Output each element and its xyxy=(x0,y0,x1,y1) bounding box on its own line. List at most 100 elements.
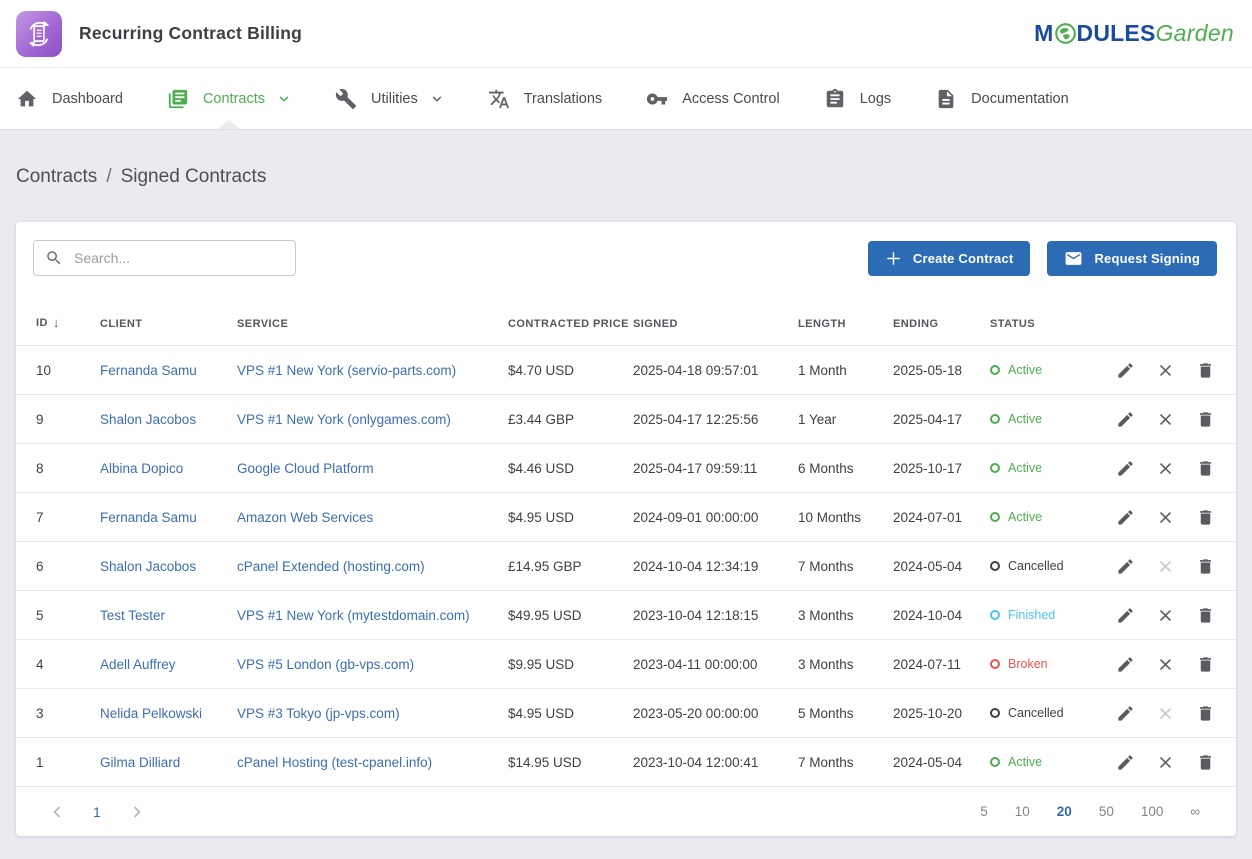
edit-contract-icon[interactable] xyxy=(1116,361,1135,380)
column-header-id[interactable]: ID ↓ xyxy=(36,315,100,330)
table-header: ID ↓ CLIENT SERVICE CONTRACTED PRICE SIG… xyxy=(16,276,1236,345)
client-link[interactable]: Adell Auffrey xyxy=(100,657,237,672)
request-signing-button[interactable]: Request Signing xyxy=(1047,241,1217,276)
search-input[interactable] xyxy=(74,250,284,266)
service-link[interactable]: cPanel Extended (hosting.com) xyxy=(237,559,508,574)
page-size-option[interactable]: 100 xyxy=(1141,804,1164,819)
client-link[interactable]: Albina Dopico xyxy=(100,461,237,476)
current-page[interactable]: 1 xyxy=(93,804,101,820)
nav-item-documentation[interactable]: Documentation xyxy=(935,68,1069,129)
cancel-contract-icon[interactable] xyxy=(1156,361,1175,380)
page-size-option[interactable]: 10 xyxy=(1015,804,1030,819)
delete-contract-icon[interactable] xyxy=(1196,704,1215,723)
status-ring-icon xyxy=(990,463,1000,473)
cancel-contract-icon[interactable] xyxy=(1156,753,1175,772)
nav-item-access-control[interactable]: Access Control xyxy=(646,68,780,129)
page-title: Recurring Contract Billing xyxy=(79,23,302,44)
delete-contract-icon[interactable] xyxy=(1196,753,1215,772)
delete-contract-icon[interactable] xyxy=(1196,557,1215,576)
page-size-option[interactable]: 20 xyxy=(1057,804,1072,819)
service-link[interactable]: VPS #3 Tokyo (jp-vps.com) xyxy=(237,706,508,721)
delete-contract-icon[interactable] xyxy=(1196,508,1215,527)
edit-contract-icon[interactable] xyxy=(1116,704,1135,723)
cell-ending: 2025-10-20 xyxy=(893,706,990,721)
delete-contract-icon[interactable] xyxy=(1196,410,1215,429)
nav-item-logs[interactable]: Logs xyxy=(824,68,891,129)
client-link[interactable]: Test Tester xyxy=(100,608,237,623)
sort-arrow-icon[interactable]: ↓ xyxy=(53,315,60,330)
column-header-signed[interactable]: SIGNED xyxy=(633,318,798,330)
service-link[interactable]: cPanel Hosting (test-cpanel.info) xyxy=(237,755,508,770)
column-header-status[interactable]: STATUS xyxy=(990,318,1100,330)
cell-ending: 2024-05-04 xyxy=(893,755,990,770)
client-link[interactable]: Fernanda Samu xyxy=(100,363,237,378)
page-size-option[interactable]: 50 xyxy=(1099,804,1114,819)
status-badge: Active xyxy=(990,461,1100,475)
cancel-contract-icon[interactable] xyxy=(1156,606,1175,625)
status-ring-icon xyxy=(990,365,1000,375)
cell-id: 9 xyxy=(36,412,100,427)
edit-contract-icon[interactable] xyxy=(1116,410,1135,429)
cell-signed: 2024-10-04 12:34:19 xyxy=(633,559,798,574)
edit-contract-icon[interactable] xyxy=(1116,459,1135,478)
cell-ending: 2024-05-04 xyxy=(893,559,990,574)
contracts-card: Create Contract Request Signing ID ↓ CLI… xyxy=(16,222,1236,836)
client-link[interactable]: Shalon Jacobos xyxy=(100,412,237,427)
document-icon xyxy=(935,88,957,110)
search-box xyxy=(33,240,296,276)
client-link[interactable]: Gilma Dilliard xyxy=(100,755,237,770)
cell-price: £3.44 GBP xyxy=(508,412,633,427)
column-header-length[interactable]: LENGTH xyxy=(798,318,893,330)
status-badge: Active xyxy=(990,755,1100,769)
page-size-option[interactable]: ∞ xyxy=(1190,804,1200,819)
delete-contract-icon[interactable] xyxy=(1196,361,1215,380)
cell-price: $4.95 USD xyxy=(508,706,633,721)
service-link[interactable]: VPS #1 New York (servio-parts.com) xyxy=(237,363,508,378)
service-link[interactable]: VPS #1 New York (onlygames.com) xyxy=(237,412,508,427)
column-header-client[interactable]: CLIENT xyxy=(100,318,237,330)
cell-id: 7 xyxy=(36,510,100,525)
edit-contract-icon[interactable] xyxy=(1116,508,1135,527)
edit-contract-icon[interactable] xyxy=(1116,557,1135,576)
delete-contract-icon[interactable] xyxy=(1196,606,1215,625)
cancel-contract-icon[interactable] xyxy=(1156,410,1175,429)
column-header-ending[interactable]: ENDING xyxy=(893,318,990,330)
cell-ending: 2024-07-11 xyxy=(893,657,990,672)
page-size-option[interactable]: 5 xyxy=(980,804,988,819)
table-row: 10 Fernanda Samu VPS #1 New York (servio… xyxy=(16,345,1236,394)
status-ring-icon xyxy=(990,659,1000,669)
breadcrumb-section[interactable]: Contracts xyxy=(16,166,97,187)
cell-price: $4.46 USD xyxy=(508,461,633,476)
delete-contract-icon[interactable] xyxy=(1196,459,1215,478)
cancel-contract-icon[interactable] xyxy=(1156,557,1175,576)
cell-id: 10 xyxy=(36,363,100,378)
service-link[interactable]: Google Cloud Platform xyxy=(237,461,508,476)
client-link[interactable]: Nelida Pelkowski xyxy=(100,706,237,721)
service-link[interactable]: Amazon Web Services xyxy=(237,510,508,525)
cancel-contract-icon[interactable] xyxy=(1156,508,1175,527)
status-ring-icon xyxy=(990,757,1000,767)
prev-page-icon[interactable] xyxy=(46,801,68,823)
service-link[interactable]: VPS #5 London (gb-vps.com) xyxy=(237,657,508,672)
nav-item-dashboard[interactable]: Dashboard xyxy=(16,68,123,129)
service-link[interactable]: VPS #1 New York (mytestdomain.com) xyxy=(237,608,508,623)
next-page-icon[interactable] xyxy=(126,801,148,823)
cell-price: $4.95 USD xyxy=(508,510,633,525)
table-body: 10 Fernanda Samu VPS #1 New York (servio… xyxy=(16,345,1236,786)
create-contract-button[interactable]: Create Contract xyxy=(868,241,1031,276)
delete-contract-icon[interactable] xyxy=(1196,655,1215,674)
nav-item-utilities[interactable]: Utilities xyxy=(335,68,444,129)
cancel-contract-icon[interactable] xyxy=(1156,704,1175,723)
cancel-contract-icon[interactable] xyxy=(1156,655,1175,674)
column-header-price[interactable]: CONTRACTED PRICE xyxy=(508,318,633,330)
nav-item-translations[interactable]: Translations xyxy=(488,68,602,129)
client-link[interactable]: Fernanda Samu xyxy=(100,510,237,525)
nav-item-contracts[interactable]: Contracts xyxy=(167,68,291,129)
edit-contract-icon[interactable] xyxy=(1116,753,1135,772)
client-link[interactable]: Shalon Jacobos xyxy=(100,559,237,574)
edit-contract-icon[interactable] xyxy=(1116,655,1135,674)
cancel-contract-icon[interactable] xyxy=(1156,459,1175,478)
edit-contract-icon[interactable] xyxy=(1116,606,1135,625)
status-label: Active xyxy=(1008,755,1042,769)
column-header-service[interactable]: SERVICE xyxy=(237,318,508,330)
